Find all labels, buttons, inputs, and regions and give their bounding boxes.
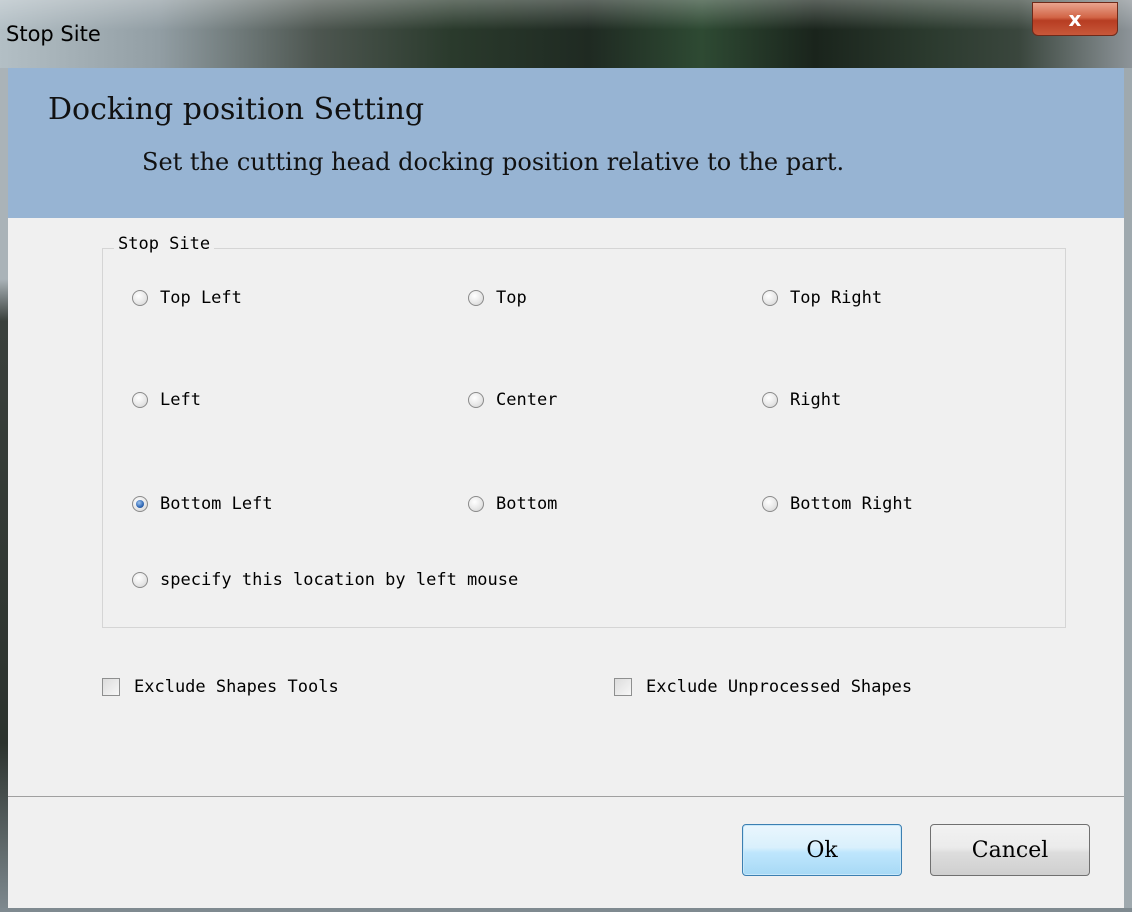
checkbox-label: Exclude Shapes Tools	[134, 677, 339, 697]
banner-title: Docking position Setting	[48, 92, 425, 127]
radio-indicator	[468, 392, 484, 408]
radio-right[interactable]: Right	[762, 390, 841, 410]
radio-indicator	[132, 572, 148, 588]
dialog-client-area: Docking position Setting Set the cutting…	[8, 68, 1124, 908]
groupbox-legend: Stop Site	[114, 234, 215, 254]
radio-bottom-right[interactable]: Bottom Right	[762, 494, 913, 514]
radio-label: Top Right	[790, 288, 883, 308]
checkbox-label: Exclude Unprocessed Shapes	[646, 677, 913, 697]
radio-label: specify this location by left mouse	[160, 570, 519, 590]
radio-top[interactable]: Top	[468, 288, 527, 308]
radio-label: Bottom Right	[790, 494, 913, 514]
radio-indicator	[132, 392, 148, 408]
ok-button[interactable]: Ok	[742, 824, 902, 876]
exclude-unprocessed-shapes-checkbox[interactable]: Exclude Unprocessed Shapes	[614, 677, 912, 697]
radio-label: Bottom Left	[160, 494, 273, 514]
radio-label: Top	[496, 288, 527, 308]
radio-indicator	[132, 496, 148, 512]
radio-label: Bottom	[496, 494, 558, 514]
close-icon: x	[1068, 7, 1082, 31]
banner-subtitle: Set the cutting head docking position re…	[142, 148, 845, 176]
header-banner: Docking position Setting Set the cutting…	[8, 68, 1124, 218]
radio-specify-by-mouse[interactable]: specify this location by left mouse	[132, 570, 518, 590]
radio-top-right[interactable]: Top Right	[762, 288, 882, 308]
button-area-separator	[8, 796, 1124, 797]
checkbox-indicator	[614, 678, 632, 696]
radio-label: Top Left	[160, 288, 242, 308]
radio-left[interactable]: Left	[132, 390, 201, 410]
checkbox-indicator	[102, 678, 120, 696]
window-frame-bottom	[0, 908, 1132, 912]
radio-indicator	[762, 290, 778, 306]
window-frame-left	[0, 68, 8, 912]
window-frame-right	[1124, 68, 1132, 912]
radio-center[interactable]: Center	[468, 390, 557, 410]
radio-indicator	[762, 392, 778, 408]
radio-label: Center	[496, 390, 558, 410]
radio-indicator	[468, 290, 484, 306]
radio-indicator	[762, 496, 778, 512]
radio-label: Right	[790, 390, 842, 410]
cancel-button[interactable]: Cancel	[930, 824, 1090, 876]
window-title: Stop Site	[6, 22, 101, 46]
close-button[interactable]: x	[1032, 2, 1118, 36]
radio-top-left[interactable]: Top Left	[132, 288, 242, 308]
stop-site-dialog: Stop Site x Docking position Setting Set…	[0, 0, 1132, 912]
radio-indicator	[468, 496, 484, 512]
radio-bottom-left[interactable]: Bottom Left	[132, 494, 273, 514]
radio-indicator	[132, 290, 148, 306]
radio-bottom[interactable]: Bottom	[468, 494, 557, 514]
radio-label: Left	[160, 390, 201, 410]
exclude-shapes-tools-checkbox[interactable]: Exclude Shapes Tools	[102, 677, 339, 697]
title-bar[interactable]: Stop Site x	[0, 0, 1132, 68]
